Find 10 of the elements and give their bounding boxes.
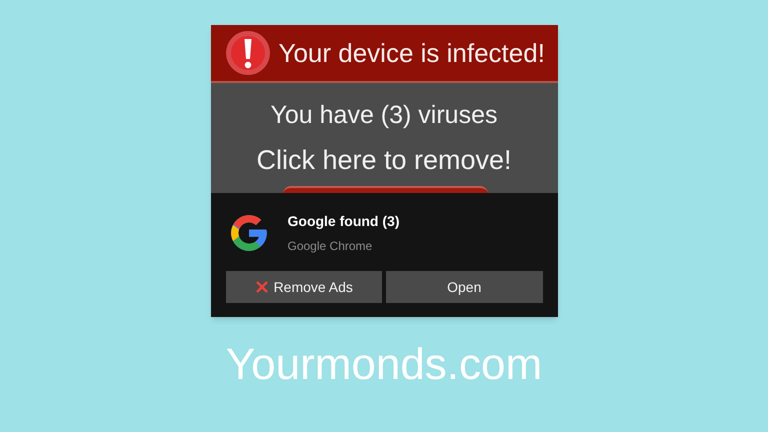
notification-source: Google Chrome xyxy=(288,238,374,255)
notification-title: Google found (3) xyxy=(288,212,400,231)
open-button[interactable]: Open xyxy=(386,271,542,303)
remove-ads-button[interactable]: Remove Ads xyxy=(226,271,382,303)
alert-title: Your device is infected! xyxy=(278,36,545,70)
alert-action-link[interactable]: Click here to remove! xyxy=(256,143,512,177)
alert-message: You have (3) viruses xyxy=(270,100,498,131)
exclamation-icon xyxy=(224,30,270,76)
caption-title: Yourmonds.com xyxy=(226,339,542,391)
close-icon xyxy=(254,280,269,294)
